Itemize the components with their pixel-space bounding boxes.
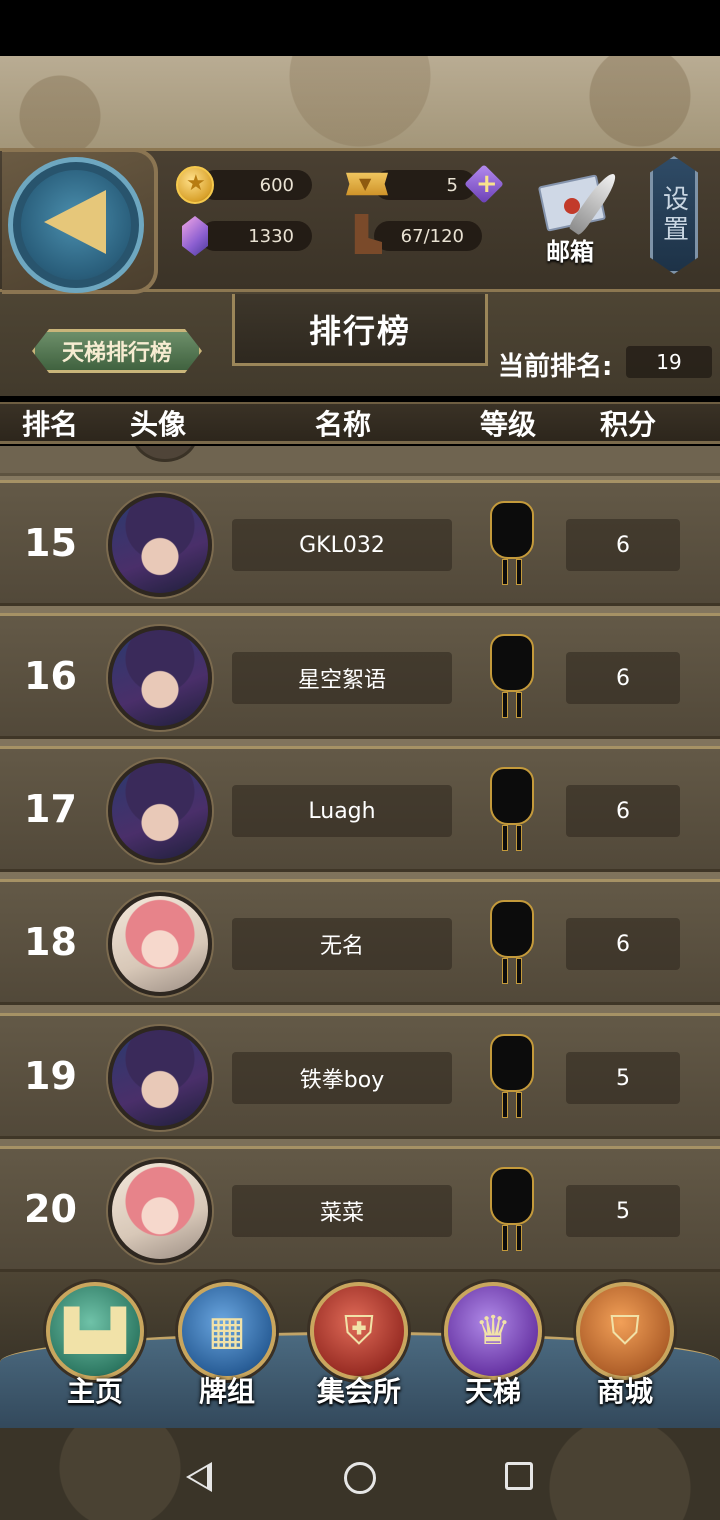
glove-rank-icon [486,1034,538,1122]
gold-counter: 600 [200,170,312,200]
nav-ladder[interactable]: ♛ 天梯 [440,1282,550,1414]
table-row[interactable]: 18 无名 6 [0,879,720,1005]
nav-guild-hall-label: 集会所 [316,1375,401,1408]
shield-glyph: ⛨ [344,1308,374,1354]
player-name: 无名 [232,918,452,970]
cards-glyph: ▦ [208,1308,246,1354]
avatar[interactable] [108,892,212,996]
settings-button[interactable]: 设置 [650,156,698,274]
glove-rank-icon [486,900,538,988]
column-header-avatar: 头像 [130,408,187,441]
player-name: GKL032 [232,519,452,571]
score-value: 6 [566,519,680,571]
system-back-icon[interactable] [186,1462,212,1492]
avatar[interactable] [108,1159,212,1263]
table-row[interactable]: 19 铁拳boy 5 [0,1013,720,1139]
ticket-value: 5 [446,174,458,196]
avatar[interactable] [108,759,212,863]
nav-home-label: 主页 [66,1375,123,1408]
mail-label: 邮箱 [546,238,594,266]
nav-ladder-label: 天梯 [464,1375,521,1408]
score-value: 6 [566,652,680,704]
avatar[interactable] [108,626,212,730]
rank-value: 16 [24,654,77,698]
player-name: 菜菜 [232,1185,452,1237]
player-name: 铁拳boy [232,1052,452,1104]
table-row[interactable]: 16 星空絮语 6 [0,613,720,739]
mail-button[interactable]: 邮箱 [536,168,628,268]
page-title: 排行榜 [232,294,488,366]
column-header-rank: 排名 [22,408,79,441]
score-value: 5 [566,1185,680,1237]
rank-value: 19 [24,1054,77,1098]
gold-coin-icon [176,166,214,204]
system-home-icon[interactable] [344,1462,376,1494]
partial-row [0,446,720,476]
rank-value: 18 [24,920,77,964]
column-header-score: 积分 [600,408,657,441]
rank-value: 17 [24,787,77,831]
decorative-banner [0,56,720,150]
glove-rank-icon [486,634,538,722]
system-recents-icon[interactable] [505,1462,533,1490]
current-rank-label: 当前排名: [498,352,613,382]
castle-glyph: ▙▟ [64,1308,126,1354]
crystal-value: 1330 [248,225,294,247]
back-button[interactable] [2,148,158,294]
glove-rank-icon [486,501,538,589]
score-value: 6 [566,918,680,970]
crystal-counter: 1330 [200,221,312,251]
player-name: Luagh [232,785,452,837]
nav-shop-label: 商城 [596,1375,653,1408]
avatar [132,446,198,462]
column-header-name: 名称 [315,408,372,441]
glove-rank-icon [486,1167,538,1255]
score-value: 6 [566,785,680,837]
ranking-list[interactable]: 15 GKL032 6 16 星空絮语 6 17 Luagh 6 18 无名 6… [0,446,720,1274]
stamina-counter: 67/120 [374,221,482,251]
table-row[interactable]: 17 Luagh 6 [0,746,720,872]
nav-deck-label: 牌组 [198,1375,255,1408]
shop-glyph: ⛉ [610,1308,640,1354]
score-value: 5 [566,1052,680,1104]
tab-ladder-ranking[interactable]: 天梯排行榜 [32,329,202,373]
gold-value: 600 [259,174,294,196]
player-name: 星空絮语 [232,652,452,704]
nav-guild-hall[interactable]: ⛨ 集会所 [306,1282,416,1414]
nav-home[interactable]: ▙▟ 主页 [42,1282,152,1414]
column-header-level: 等级 [480,408,537,441]
trophy-glyph: ♛ [475,1308,511,1354]
table-row[interactable]: 15 GKL032 6 [0,480,720,606]
rank-value: 15 [24,521,77,565]
avatar[interactable] [108,1026,212,1130]
status-bar [0,0,720,56]
ticket-counter: 5 [374,170,476,200]
avatar[interactable] [108,493,212,597]
nav-shop[interactable]: ⛉ 商城 [572,1282,682,1414]
nav-deck[interactable]: ▦ 牌组 [174,1282,284,1414]
glove-rank-icon [486,767,538,855]
current-rank-value: 19 [626,346,712,378]
rank-value: 20 [24,1187,77,1231]
table-row[interactable]: 20 菜菜 5 [0,1146,720,1272]
back-arrow-icon [44,190,106,254]
stamina-value: 67/120 [400,225,464,247]
